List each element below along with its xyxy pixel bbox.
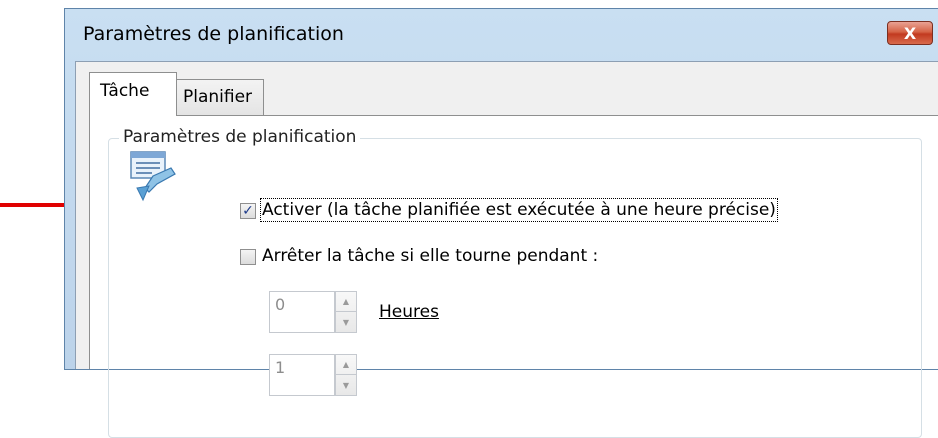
close-button[interactable]: X <box>887 21 933 45</box>
minutes-spinner[interactable]: ▲ ▼ <box>335 354 357 396</box>
scheduled-task-icon <box>130 151 176 202</box>
dialog-window: Paramètres de planification X Planifier … <box>64 8 938 438</box>
tab-label: Tâche <box>100 81 150 101</box>
enable-checkbox-label[interactable]: Activer (la tâche planifiée est exécutée… <box>260 198 778 222</box>
hours-input[interactable]: 0 <box>269 291 335 333</box>
enable-checkbox[interactable]: ✓ <box>240 203 256 219</box>
spin-down-icon[interactable]: ▼ <box>336 312 356 332</box>
close-icon: X <box>903 23 917 43</box>
check-icon: ✓ <box>242 203 254 219</box>
spin-up-icon[interactable]: ▲ <box>336 292 356 312</box>
spin-up-icon[interactable]: ▲ <box>336 355 356 375</box>
stop-if-running-label[interactable]: Arrêter la tâche si elle tourne pendant … <box>262 246 598 266</box>
window-title: Paramètres de planification <box>83 23 344 45</box>
dialog-client-area: Planifier Tâche Paramètres de planificat… <box>75 61 938 438</box>
tab-panel: Paramètres de planification ✓ Activer (l… <box>89 115 938 438</box>
tab-tache[interactable]: Tâche <box>89 72 177 116</box>
title-bar[interactable]: Paramètres de planification X <box>65 9 938 59</box>
tab-label: Planifier <box>183 87 253 107</box>
minutes-input[interactable]: 1 <box>269 354 335 396</box>
spin-down-icon[interactable]: ▼ <box>336 375 356 395</box>
hours-label: Heures <box>379 302 439 322</box>
hours-spinner[interactable]: ▲ ▼ <box>335 291 357 333</box>
group-legend: Paramètres de planification <box>119 127 361 147</box>
group-box: Paramètres de planification <box>108 127 922 438</box>
tab-planifier[interactable]: Planifier <box>176 79 264 115</box>
stop-if-running-checkbox[interactable] <box>240 249 256 265</box>
